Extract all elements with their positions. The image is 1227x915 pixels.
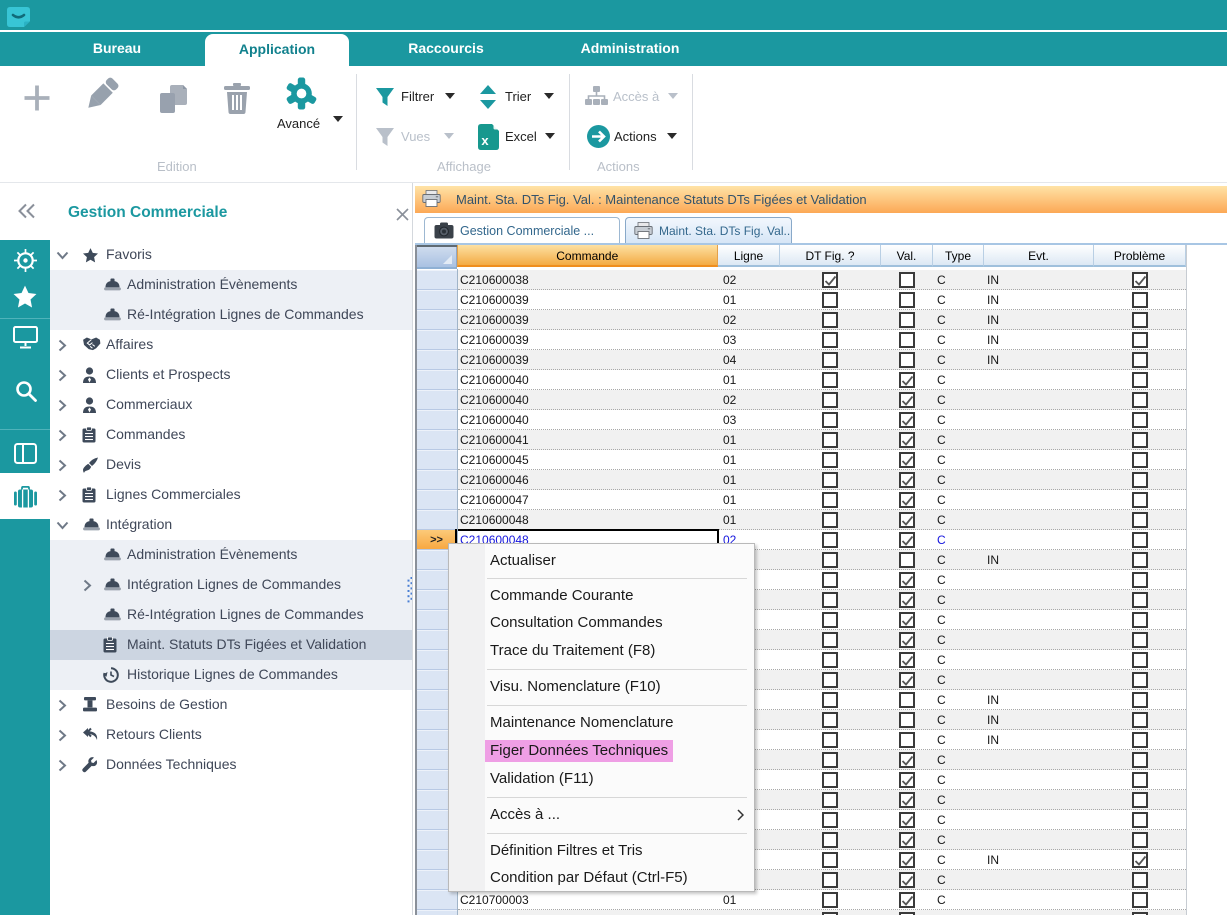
svg-text:x: x — [481, 133, 489, 148]
